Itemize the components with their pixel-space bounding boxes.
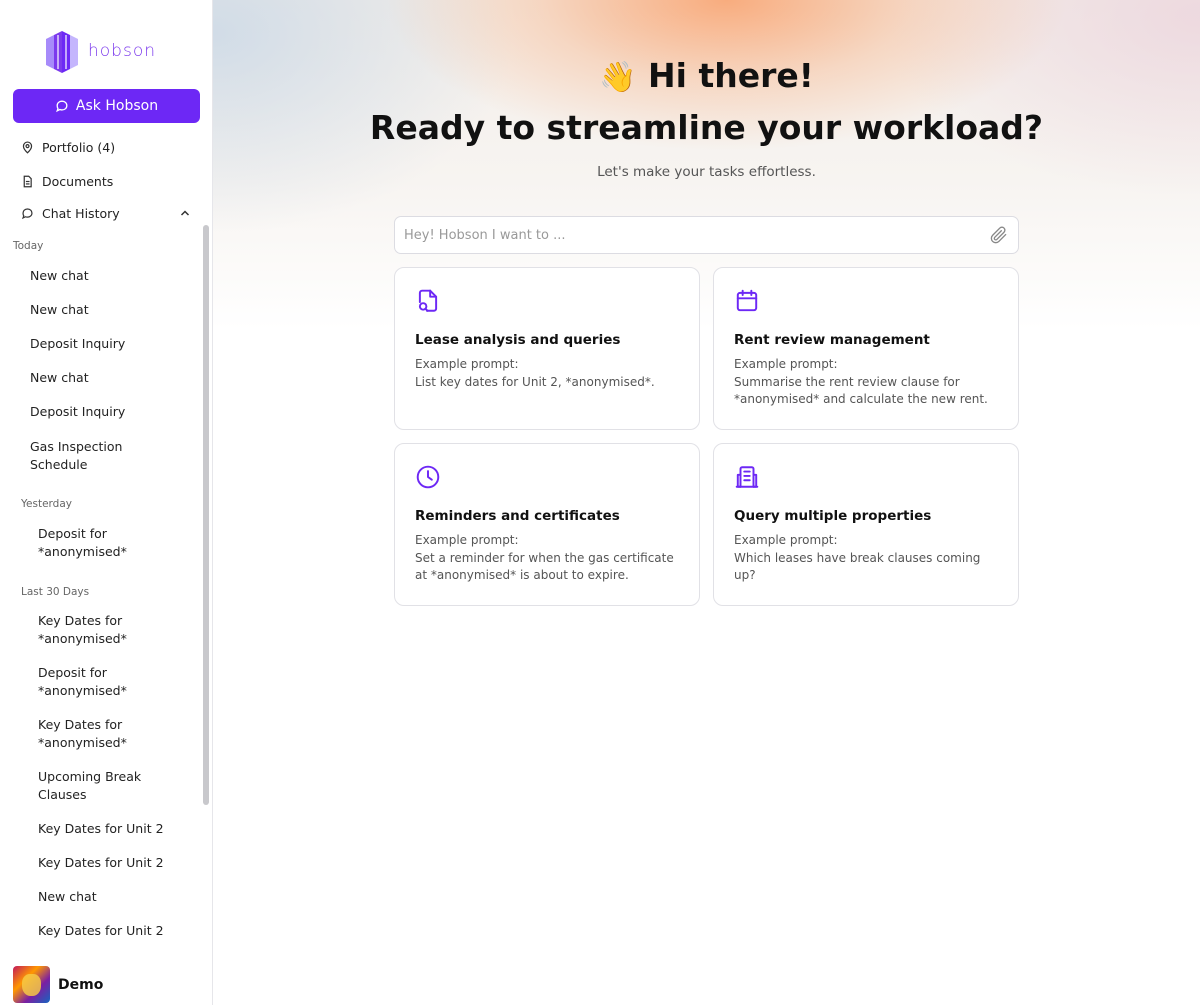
ask-hobson-label: Ask Hobson <box>75 98 159 114</box>
greeting: 👋 Hi there! <box>213 55 1200 99</box>
prompt-box <box>394 216 1019 254</box>
chat-history-item[interactable]: New chat <box>30 369 180 387</box>
prompt-card-multiple-properties[interactable]: Query multiple properties Example prompt… <box>713 443 1019 606</box>
sidebar-scrollbar[interactable] <box>203 225 209 805</box>
chat-history-item[interactable]: Key Dates for Unit 2 <box>38 854 188 872</box>
document-search-icon <box>418 289 438 312</box>
prompt-input[interactable] <box>404 227 989 243</box>
chevron-up-icon[interactable] <box>179 207 191 219</box>
map-pin-icon <box>21 141 34 154</box>
prompt-card-reminders[interactable]: Reminders and certificates Example promp… <box>394 443 700 606</box>
chat-history-item[interactable]: New chat <box>30 301 180 319</box>
card-example-text: Summarise the rent review clause for *an… <box>734 374 988 407</box>
chat-history-item[interactable]: Key Dates for *anonymised* <box>38 612 148 647</box>
hobson-logo-icon <box>46 31 78 73</box>
building-icon <box>735 466 759 488</box>
ask-hobson-button[interactable]: Ask Hobson <box>13 89 200 123</box>
chat-history-item[interactable]: New chat <box>30 267 180 285</box>
chat-history-item[interactable]: Key Dates for Unit 2 <box>38 922 188 940</box>
prompt-card-lease[interactable]: Lease analysis and queries Example promp… <box>394 267 700 430</box>
card-example-text: Set a reminder for when the gas certific… <box>415 550 674 583</box>
greeting-text: Hi there! <box>648 56 814 95</box>
section-yesterday: Yesterday <box>21 498 72 510</box>
chat-history-item[interactable]: Upcoming Break Clauses <box>38 768 148 803</box>
main-content: 👋 Hi there! Ready to streamline your wor… <box>213 0 1200 1005</box>
card-example-label: Example prompt: <box>734 357 838 371</box>
avatar <box>13 966 50 1003</box>
card-example-text: List key dates for Unit 2, *anonymised*. <box>415 374 655 389</box>
nav-portfolio-label: Portfolio (4) <box>42 140 116 155</box>
chat-history-item[interactable]: New chat <box>38 888 188 906</box>
document-icon <box>21 175 34 188</box>
waving-hand-icon: 👋 <box>599 60 637 95</box>
card-title: Rent review management <box>734 332 930 348</box>
prompt-card-rent-review[interactable]: Rent review management Example prompt: S… <box>713 267 1019 430</box>
card-example-label: Example prompt: <box>415 357 519 371</box>
logo-wordmark: hobson <box>88 41 156 61</box>
page-subtitle: Let's make your tasks effortless. <box>597 164 816 180</box>
clock-icon <box>416 465 440 489</box>
hero: 👋 Hi there! Ready to streamline your wor… <box>213 55 1200 151</box>
chat-bubble-icon <box>21 207 34 220</box>
card-example-label: Example prompt: <box>415 533 519 547</box>
card-title: Lease analysis and queries <box>415 332 621 348</box>
nav-documents-label: Documents <box>42 174 114 189</box>
nav-portfolio[interactable]: Portfolio (4) <box>21 140 115 155</box>
card-title: Reminders and certificates <box>415 508 620 524</box>
chat-history-item[interactable]: Deposit Inquiry <box>30 403 180 421</box>
section-last-30-days: Last 30 Days <box>21 586 90 598</box>
chat-history-item[interactable]: Deposit Inquiry <box>30 335 180 353</box>
nav-chat-history-label: Chat History <box>42 206 120 221</box>
sidebar: hobson Ask Hobson Portfolio (4) Document… <box>0 0 213 1005</box>
chat-history-item[interactable]: Deposit for *anonymised* <box>38 525 148 560</box>
card-title: Query multiple properties <box>734 508 932 524</box>
chat-history-item[interactable]: Key Dates for Unit 2 <box>38 820 188 838</box>
calendar-icon <box>736 289 758 312</box>
page-title: Ready to streamline your workload? <box>369 108 1044 147</box>
nav-chat-history[interactable]: Chat History <box>21 206 120 221</box>
user-profile[interactable]: Demo <box>13 966 103 1003</box>
paperclip-icon[interactable] <box>989 225 1009 245</box>
card-example-label: Example prompt: <box>734 533 838 547</box>
chat-history-item[interactable]: Key Dates for *anonymised* <box>38 716 148 751</box>
chat-history-item[interactable]: Deposit for *anonymised* <box>38 664 148 699</box>
user-name: Demo <box>58 976 104 993</box>
logo[interactable]: hobson <box>44 26 174 76</box>
card-example-text: Which leases have break clauses coming u… <box>734 550 981 583</box>
section-today: Today <box>13 240 44 252</box>
chat-history-item[interactable]: Gas Inspection Schedule <box>30 438 140 473</box>
chat-bubble-icon <box>55 100 68 113</box>
nav-documents[interactable]: Documents <box>21 174 113 189</box>
